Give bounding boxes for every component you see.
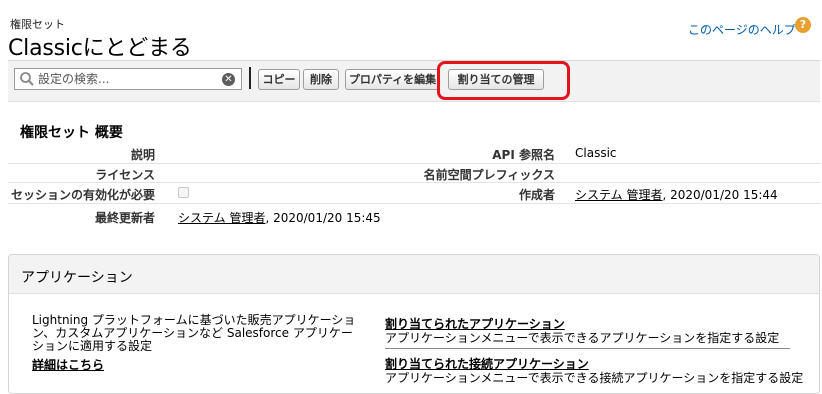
toolbar-separator [249,67,251,89]
applications-title: アプリケーション [21,270,133,286]
session-activation-checkbox [178,187,189,198]
namespace-label: 名前空間プレフィックス [423,168,555,182]
last-modified-user-link[interactable]: システム 管理者 [178,211,265,225]
created-by-user-link[interactable]: システム 管理者 [575,188,662,202]
license-label: ライセンス [95,168,155,182]
page-title: Classicにとどまる [8,36,192,61]
copy-button[interactable]: コピー [258,69,300,90]
description-label: 説明 [130,148,155,162]
last-modified-value: システム 管理者, 2020/01/20 15:45 [178,209,381,226]
api-name-label: API 参照名 [492,148,555,162]
assigned-apps-description: アプリケーションメニューで表示できるアプリケーションを指定する設定 [385,331,780,345]
search-icon [20,72,34,86]
search-input[interactable] [38,69,218,89]
details-link[interactable]: 詳細はこちら [32,356,104,373]
last-modified-date: , 2020/01/20 15:45 [265,211,381,225]
delete-button[interactable]: 削除 [303,69,339,90]
assigned-connected-apps-description: アプリケーションメニューで表示できる接続アプリケーションを指定する設定 [385,371,804,385]
created-by-date: , 2020/01/20 15:44 [662,188,778,202]
help-link[interactable]: このページのヘルプ [688,21,796,38]
api-name-value: Classic [575,146,617,160]
created-by-value: システム 管理者, 2020/01/20 15:44 [575,186,778,203]
created-by-label: 作成者 [518,188,555,202]
row-divider [8,182,820,183]
overview-title: 権限セット 概要 [20,125,123,141]
help-icon[interactable]: ? [795,17,811,33]
apps-divider [385,348,790,349]
highlight-annotation [437,61,570,100]
session-activation-label: セッションの有効化が必要 [10,188,155,202]
applications-description: Lightning プラットフォームに基づいた販売アプリケーション、カスタムアプ… [32,313,356,353]
row-divider [8,163,820,164]
row-divider [8,203,820,204]
clear-search-icon[interactable]: ✕ [222,73,235,86]
edit-properties-button[interactable]: プロパティを編集 [345,69,440,90]
last-modified-label: 最終更新者 [94,211,155,225]
